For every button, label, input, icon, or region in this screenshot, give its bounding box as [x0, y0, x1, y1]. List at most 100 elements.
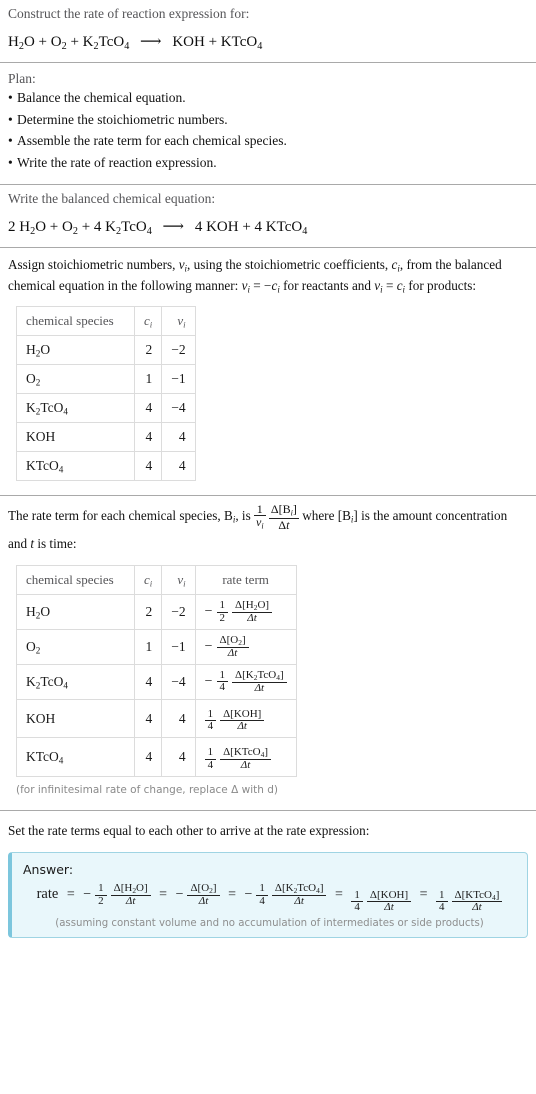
cell-vi: 4	[161, 698, 196, 739]
equals-sign: =	[66, 887, 75, 903]
cell-species: O2	[16, 628, 135, 665]
table-header-row: chemical species ci νi rate term	[16, 565, 297, 596]
cell-vi: 4	[161, 451, 196, 482]
delta-over-dt-fraction: Δ[KTcO4] Δt	[451, 889, 503, 914]
plan-step-label: Assemble the rate term for each chemical…	[17, 133, 287, 149]
question-reaction-equation: H2O + O2 + K2TcO4 ⟶ KOH + KTcO4	[8, 24, 528, 62]
product-koh: KOH	[206, 218, 239, 235]
plan-step: • Balance the chemical equation.	[8, 87, 528, 109]
table-row: H2O 2 −2 − 12 Δ[H2O] Δt	[16, 594, 297, 630]
coefficient-fraction: 14	[204, 747, 217, 770]
delta-over-dt-fraction: Δ[O2] Δt	[187, 883, 220, 907]
plus-sign: +	[49, 218, 62, 235]
coefficient-fraction: 12	[216, 600, 229, 623]
cell-species: H2O	[16, 594, 135, 630]
plan-step-list: • Balance the chemical equation. • Determi…	[8, 87, 528, 174]
cell-vi: −1	[161, 364, 196, 395]
answer-label: Answer:	[23, 862, 74, 878]
cell-ci: 4	[133, 663, 163, 700]
table-header-row: chemical species ci νi	[16, 306, 196, 337]
coeff: 4	[194, 218, 203, 235]
product-ktco4: KTcO4	[265, 218, 308, 237]
coefficient-fraction: 12	[95, 883, 107, 906]
plan-step: • Determine the stoichiometric numbers.	[8, 109, 528, 131]
cell-ci: 4	[133, 698, 163, 739]
equals-sign: =	[419, 887, 428, 903]
cell-vi: −2	[161, 335, 196, 366]
plus-sign: +	[81, 218, 94, 235]
delta-over-dt-fraction: Δ[K2TcO4] Δt	[271, 883, 327, 907]
product-koh: KOH	[172, 33, 205, 50]
delta-over-dt-fraction: Δ[H2O] Δt	[110, 883, 151, 907]
cell-rate-term: − 14 Δ[K2TcO4] Δt	[194, 663, 297, 700]
minus-sign: −	[204, 673, 213, 689]
table-row: O2 1 −1	[16, 364, 196, 395]
plan-title: Plan:	[8, 70, 36, 86]
coefficient-fraction: 14	[204, 708, 217, 732]
bullet-icon: •	[8, 89, 13, 105]
plus-sign: +	[38, 33, 51, 50]
plan-step-label: Write the rate of reaction expression.	[17, 155, 217, 171]
equals-sign: =	[334, 887, 343, 903]
coefficient-fraction: 14	[256, 883, 268, 906]
delta-over-dt-fraction: Δ[KOH] Δt	[220, 708, 265, 732]
stoichiometric-numbers-table: chemical species ci νi H2O 2 −2 O2 1 −1 …	[16, 306, 196, 482]
cell-vi: 4	[161, 422, 196, 453]
cell-ci: 2	[133, 594, 163, 630]
column-header-vi: νi	[161, 306, 196, 337]
plus-sign: +	[70, 33, 83, 50]
cell-species: KOH	[16, 698, 135, 739]
infinitesimal-footnote: (for infinitesimal rate of change, repla…	[16, 783, 278, 796]
cell-ci: 1	[133, 364, 163, 395]
cell-species: K2TcO4	[16, 663, 135, 700]
rate-expression: rate = − 12 Δ[H2O] Δt = − Δ[O2] Δt = − 14 …	[23, 879, 516, 915]
cell-species: O2	[16, 364, 135, 395]
bullet-icon: •	[8, 155, 13, 171]
column-header-rate-term: rate term	[194, 565, 297, 596]
plan-step-label: Balance the chemical equation.	[17, 89, 186, 105]
bullet-icon: •	[8, 133, 13, 149]
column-header-species: chemical species	[16, 565, 135, 596]
coefficient-fraction: 14	[436, 889, 448, 913]
cell-ci: 4	[133, 422, 163, 453]
bullet-icon: •	[8, 111, 13, 127]
answer-assumption: (assuming constant volume and no accumul…	[55, 917, 484, 929]
cell-ci: 1	[133, 628, 163, 665]
cell-ci: 4	[133, 737, 163, 777]
cell-rate-term: − 12 Δ[H2O] Δt	[194, 594, 297, 630]
assign-paragraph: Assign stoichiometric numbers, νi, using…	[8, 256, 502, 295]
coefficient-fraction: 14	[216, 669, 229, 693]
coeff: 2	[8, 218, 16, 235]
reactant-h2o: H2O	[19, 218, 47, 237]
cell-species: KTcO4	[16, 451, 135, 482]
rate-term-paragraph: The rate term for each chemical species,…	[8, 502, 508, 551]
final-section: Set the rate terms equal to each other t…	[0, 811, 536, 841]
cell-vi: −1	[161, 628, 196, 665]
minus-sign: −	[83, 887, 92, 903]
reactant-o2: O2	[62, 218, 78, 237]
plan-step: • Assemble the rate term for each chemica…	[8, 130, 528, 152]
coeff: 4	[93, 218, 102, 235]
table-row: O2 1 −1 − Δ[O2] Δt	[16, 628, 297, 665]
delta-over-dt-fraction: Δ[K2TcO4] Δt	[232, 669, 287, 694]
coefficient-fraction: 14	[351, 889, 363, 913]
final-prompt: Set the rate terms equal to each other t…	[8, 822, 370, 838]
reactant-h2o: H2O	[8, 33, 35, 52]
delta-over-dt-fraction: Δ[KOH] Δt	[366, 889, 412, 913]
table-row: KOH 4 4	[16, 422, 196, 453]
cell-vi: −4	[161, 393, 196, 424]
reaction-arrow: ⟶	[140, 33, 162, 50]
table-row: KTcO4 4 4 14 Δ[KTcO4] Δt	[16, 737, 297, 777]
equals-sign: =	[159, 887, 168, 903]
reactant-k2tco4: K2TcO4	[105, 218, 152, 237]
cell-vi: −4	[161, 663, 196, 700]
balanced-equation: 2 H2O + O2 + 4 K2TcO4 ⟶ 4 KOH + 4 KTcO4	[8, 209, 528, 247]
equals-sign: =	[228, 887, 236, 903]
assign-stoichiometric-section: Assign stoichiometric numbers, νi, using…	[0, 248, 536, 495]
plan-step-label: Determine the stoichiometric numbers.	[17, 111, 228, 127]
cell-species: KOH	[16, 422, 135, 453]
delta-over-dt-fraction: Δ[H2O] Δt	[232, 600, 273, 624]
minus-sign: −	[204, 604, 213, 620]
plan-step: • Write the rate of reaction expression.	[8, 152, 528, 174]
cell-vi: 4	[161, 737, 196, 777]
